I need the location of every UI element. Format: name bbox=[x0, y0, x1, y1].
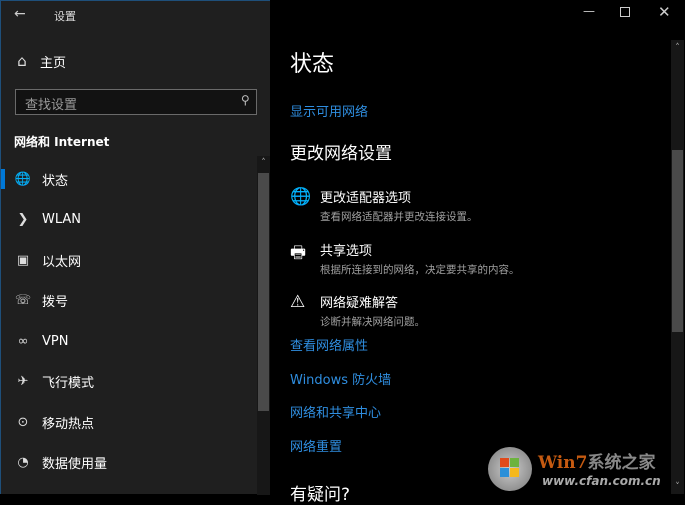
minimize-button[interactable]: — bbox=[583, 4, 595, 18]
sharing-center-link[interactable]: 网络和共享中心 bbox=[290, 402, 381, 421]
scrollbar-thumb[interactable] bbox=[672, 150, 683, 332]
sidebar-item-ethernet[interactable]: ▣ 以太网 bbox=[1, 240, 257, 280]
page-title: 状态 bbox=[290, 52, 335, 77]
option-sharing[interactable]: 🖶 共享选项 根据所连接到的网络，决定要共享的内容。 bbox=[290, 240, 520, 277]
section-heading: 网络和 Internet bbox=[14, 135, 110, 149]
sharing-icon: 🖶 bbox=[290, 243, 307, 263]
sidebar: ← 设置 ⌂ 主页 查找设置 ⚲ 网络和 Internet 🌐 状态 ❯ WLAN ▣… bbox=[0, 0, 270, 495]
scroll-up-icon[interactable]: ˄ bbox=[257, 158, 270, 168]
scrollbar-thumb[interactable] bbox=[258, 173, 269, 411]
scroll-up-icon[interactable]: ˄ bbox=[671, 43, 684, 53]
data-usage-icon: ◔ bbox=[17, 454, 29, 470]
network-reset-link[interactable]: 网络重置 bbox=[290, 436, 342, 455]
adapter-icon: 🌐 bbox=[290, 187, 312, 207]
sidebar-item-data-usage[interactable]: ◔ 数据使用量 bbox=[1, 442, 257, 482]
hotspot-icon: ⊙ bbox=[17, 414, 29, 430]
option-troubleshoot[interactable]: ⚠ 网络疑难解答 诊断并解决网络问题。 bbox=[290, 292, 425, 329]
ethernet-icon: ▣ bbox=[16, 252, 30, 268]
sidebar-item-airplane[interactable]: ✈ 飞行模式 bbox=[1, 361, 257, 401]
network-properties-link[interactable]: 查看网络属性 bbox=[290, 335, 368, 354]
sidebar-item-status[interactable]: 🌐 状态 bbox=[1, 159, 257, 199]
globe-status-icon: 🌐 bbox=[14, 171, 32, 187]
option-adapter[interactable]: 🌐 更改适配器选项 查看网络适配器并更改连接设置。 bbox=[290, 187, 478, 224]
watermark-logo: Win7系统之家 www.cfan.com.cn bbox=[486, 444, 671, 494]
window-title: 设置 bbox=[54, 10, 76, 23]
airplane-icon: ✈ bbox=[17, 373, 29, 389]
back-button[interactable]: ← bbox=[14, 6, 26, 22]
main-content: — ✕ 状态 显示可用网络 更改网络设置 🌐 更改适配器选项 查看网络适配器并更改连… bbox=[270, 0, 685, 505]
wifi-icon: ❯ bbox=[17, 211, 29, 227]
search-input[interactable]: 查找设置 ⚲ bbox=[15, 89, 257, 115]
sidebar-item-dialup[interactable]: ☏ 拨号 bbox=[1, 280, 257, 320]
home-icon: ⌂ bbox=[17, 52, 27, 70]
dialup-icon: ☏ bbox=[14, 292, 32, 308]
firewall-link[interactable]: Windows 防火墙 bbox=[290, 369, 391, 388]
close-button[interactable]: ✕ bbox=[658, 3, 671, 21]
warning-icon: ⚠ bbox=[290, 292, 306, 312]
sidebar-scrollbar[interactable]: ˄ bbox=[257, 156, 270, 495]
sidebar-item-vpn[interactable]: ∞ VPN bbox=[1, 321, 257, 361]
maximize-button[interactable] bbox=[620, 7, 630, 17]
main-scrollbar[interactable]: ˄ ˅ bbox=[671, 40, 684, 494]
scroll-down-icon[interactable]: ˅ bbox=[671, 482, 684, 492]
question-heading: 有疑问? bbox=[290, 485, 351, 505]
vpn-icon: ∞ bbox=[17, 333, 29, 349]
show-networks-link[interactable]: 显示可用网络 bbox=[290, 101, 368, 120]
search-icon: ⚲ bbox=[241, 93, 250, 107]
sidebar-item-hotspot[interactable]: ⊙ 移动热点 bbox=[1, 402, 257, 442]
sidebar-item-wlan[interactable]: ❯ WLAN bbox=[1, 199, 257, 239]
sidebar-item-home[interactable]: ⌂ 主页 bbox=[1, 41, 257, 81]
section-heading: 更改网络设置 bbox=[290, 144, 392, 164]
